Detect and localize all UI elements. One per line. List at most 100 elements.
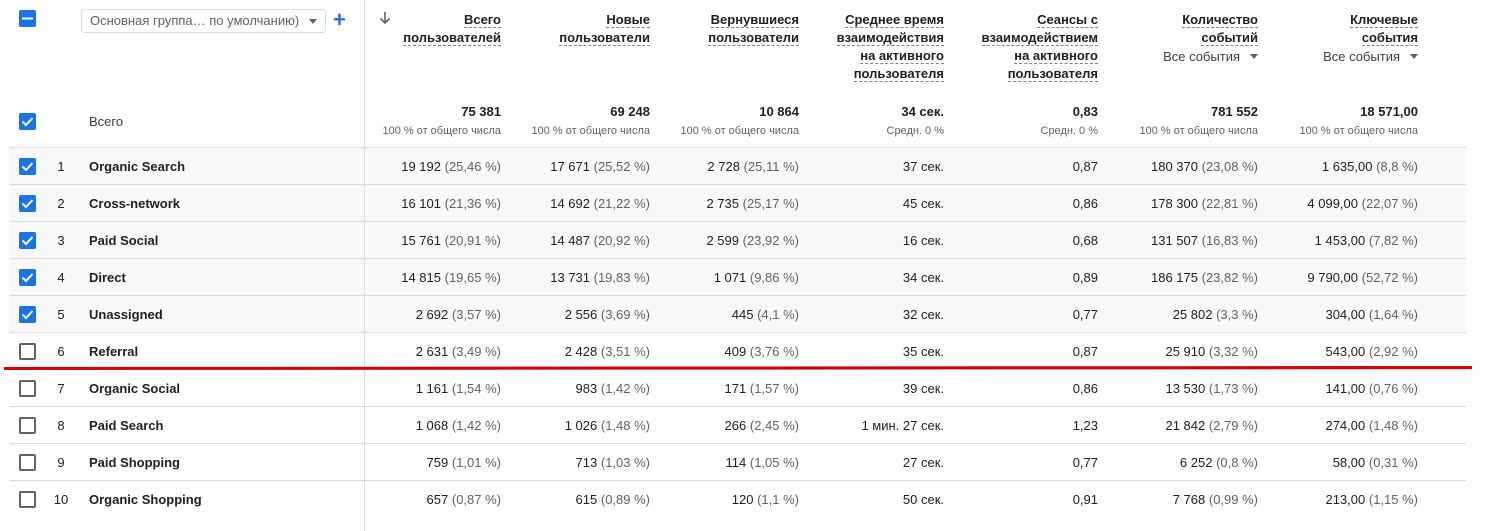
metric-value: 2 728 <box>707 159 740 174</box>
metric-share: (0,89 %) <box>600 492 650 507</box>
metric-share: (1,48 %) <box>1368 418 1418 433</box>
metric-share: (0,87 %) <box>451 492 501 507</box>
row-metric-cell: 27 сек. <box>804 444 944 481</box>
metric-value: 14 815 <box>401 270 441 285</box>
metric-share: (1,48 %) <box>600 418 650 433</box>
event-filter-label: Все события <box>1323 49 1400 64</box>
metric-share: (20,92 %) <box>593 233 650 248</box>
table-row[interactable]: 9 Paid Shopping 759 (1,01 %) 713 (1,03 %) 11… <box>10 443 1466 481</box>
metric-share: (3,76 %) <box>749 344 799 359</box>
row-channel-name: Organic Social <box>89 381 181 396</box>
row-metric-cell: 1 161 (1,54 %) <box>361 370 501 407</box>
row-metric-cell: 1 635,00 (8,8 %) <box>1278 148 1418 185</box>
select-all-indeterminate-checkbox[interactable] <box>19 10 36 27</box>
checkmark-icon <box>21 162 34 172</box>
select-total-checkbox[interactable] <box>19 113 36 130</box>
metric-value: 13 530 <box>1165 381 1206 396</box>
table-row[interactable]: 5 Unassigned 2 692 (3,57 %) 2 556 (3,69 %) 4… <box>10 295 1466 333</box>
row-checkbox[interactable] <box>19 491 36 508</box>
metric-share: (52,72 %) <box>1361 270 1418 285</box>
table-row[interactable]: 6 Referral 2 631 (3,49 %) 2 428 (3,51 %) 409… <box>10 332 1466 370</box>
row-metric-cell: 131 507 (16,83 %) <box>1118 222 1258 259</box>
row-rank: 8 <box>57 418 65 433</box>
chevron-down-icon <box>1250 54 1258 59</box>
row-checkbox[interactable] <box>19 417 36 434</box>
checkmark-icon <box>21 310 34 320</box>
column-header-label: на активного <box>860 48 944 64</box>
column-total: 34 сек. <box>901 104 944 119</box>
column-total-share: 100 % от общего числа <box>382 125 501 137</box>
metric-share: (22,07 %) <box>1361 196 1418 211</box>
primary-dimension-select[interactable]: Основная группа… по умолчанию) <box>81 9 326 33</box>
add-dimension-button[interactable]: + <box>333 7 346 33</box>
row-checkbox[interactable] <box>19 454 36 471</box>
row-checkbox[interactable] <box>19 158 36 175</box>
column-header-2[interactable]: Новые пользователи <box>510 11 650 47</box>
metric-share: (1,73 %) <box>1208 381 1258 396</box>
row-metric-cell: 266 (2,45 %) <box>659 407 799 444</box>
metric-share: (19,65 %) <box>444 270 501 285</box>
column-header-label: Среднее время <box>845 12 944 28</box>
row-metric-cell: 0,86 <box>958 370 1098 407</box>
event-filter-select[interactable]: Все события <box>1118 49 1258 64</box>
row-metric-cell: 304,00 (1,64 %) <box>1278 296 1418 333</box>
event-filter-select[interactable]: Все события <box>1278 49 1418 64</box>
column-header-1[interactable]: Всего пользователей <box>361 11 501 47</box>
metric-value: 0,87 <box>1072 159 1098 174</box>
metric-value: 0,86 <box>1072 196 1098 211</box>
row-rank: 3 <box>57 233 65 248</box>
row-checkbox[interactable] <box>19 306 36 323</box>
row-metric-cell: 25 910 (3,32 %) <box>1118 333 1258 370</box>
metric-value: 2 599 <box>706 233 739 248</box>
column-header-5[interactable]: Сеансы с взаимодействием на активного польз… <box>958 11 1098 83</box>
metric-share: (4,1 %) <box>757 307 799 322</box>
metric-value: 1 161 <box>415 381 449 396</box>
column-header-6[interactable]: Количество событий <box>1118 11 1258 47</box>
table-row[interactable]: 7 Organic Social 1 161 (1,54 %) 983 (1,42 %… <box>10 369 1466 407</box>
row-channel-name: Paid Search <box>89 418 164 433</box>
row-metric-cell: 15 761 (20,91 %) <box>361 222 501 259</box>
row-metric-cell: 274,00 (1,48 %) <box>1278 407 1418 444</box>
checkmark-icon <box>21 236 34 246</box>
metric-share: (3,69 %) <box>600 307 650 322</box>
column-header-4[interactable]: Среднее время взаимодействия на активного п… <box>804 11 944 83</box>
metric-value: 983 <box>575 381 598 396</box>
table-row[interactable]: 3 Paid Social 15 761 (20,91 %) 14 487 (20,9… <box>10 221 1466 259</box>
column-header-7[interactable]: Ключевые события <box>1278 11 1418 47</box>
table-row[interactable]: 10 Organic Shopping 657 (0,87 %) 615 (0,89 … <box>10 480 1466 518</box>
metric-value: 15 761 <box>401 233 441 248</box>
row-checkbox[interactable] <box>19 380 36 397</box>
metric-value: 14 487 <box>550 233 590 248</box>
metric-value: 2 735 <box>706 196 739 211</box>
column-total-share: Средн. 0 % <box>1040 125 1099 137</box>
row-metric-cell: 186 175 (23,82 %) <box>1118 259 1258 296</box>
row-checkbox[interactable] <box>19 195 36 212</box>
row-channel-name: Organic Shopping <box>89 492 202 507</box>
table-row[interactable]: 2 Cross-network 16 101 (21,36 %) 14 692 (21… <box>10 184 1466 222</box>
row-checkbox[interactable] <box>19 343 36 360</box>
row-metric-cell: 1 мин. 27 сек. <box>804 407 944 444</box>
checkmark-icon <box>21 117 34 127</box>
column-header-label: пользователи <box>708 30 799 46</box>
column-header-label: пользователя <box>853 66 944 82</box>
row-checkbox[interactable] <box>19 232 36 249</box>
checkmark-icon <box>21 199 34 209</box>
metric-share: (25,46 %) <box>444 159 501 174</box>
column-total-share: 100 % от общего числа <box>531 125 650 137</box>
table-row[interactable]: 8 Paid Search 1 068 (1,42 %) 1 026 (1,48 %)… <box>10 406 1466 444</box>
row-rank: 4 <box>57 270 65 285</box>
row-metric-cell: 16 сек. <box>804 222 944 259</box>
row-metric-cell: 657 (0,87 %) <box>361 481 501 518</box>
metric-value: 50 сек. <box>902 492 944 507</box>
metric-share: (3,49 %) <box>451 344 501 359</box>
row-checkbox[interactable] <box>19 269 36 286</box>
metric-share: (3,51 %) <box>600 344 650 359</box>
row-metric-cell: 2 631 (3,49 %) <box>361 333 501 370</box>
column-header-3[interactable]: Вернувшиеся пользователи <box>659 11 799 47</box>
table-row[interactable]: 1 Organic Search 19 192 (25,46 %) 17 671 (2… <box>10 147 1466 185</box>
metric-value: 25 910 <box>1165 344 1206 359</box>
metric-value: 35 сек. <box>902 344 944 359</box>
table-row[interactable]: 4 Direct 14 815 (19,65 %) 13 731 (19,83 %) 1… <box>10 258 1466 296</box>
row-rank: 7 <box>57 381 65 396</box>
column-header-label: Вернувшиеся <box>710 12 799 28</box>
